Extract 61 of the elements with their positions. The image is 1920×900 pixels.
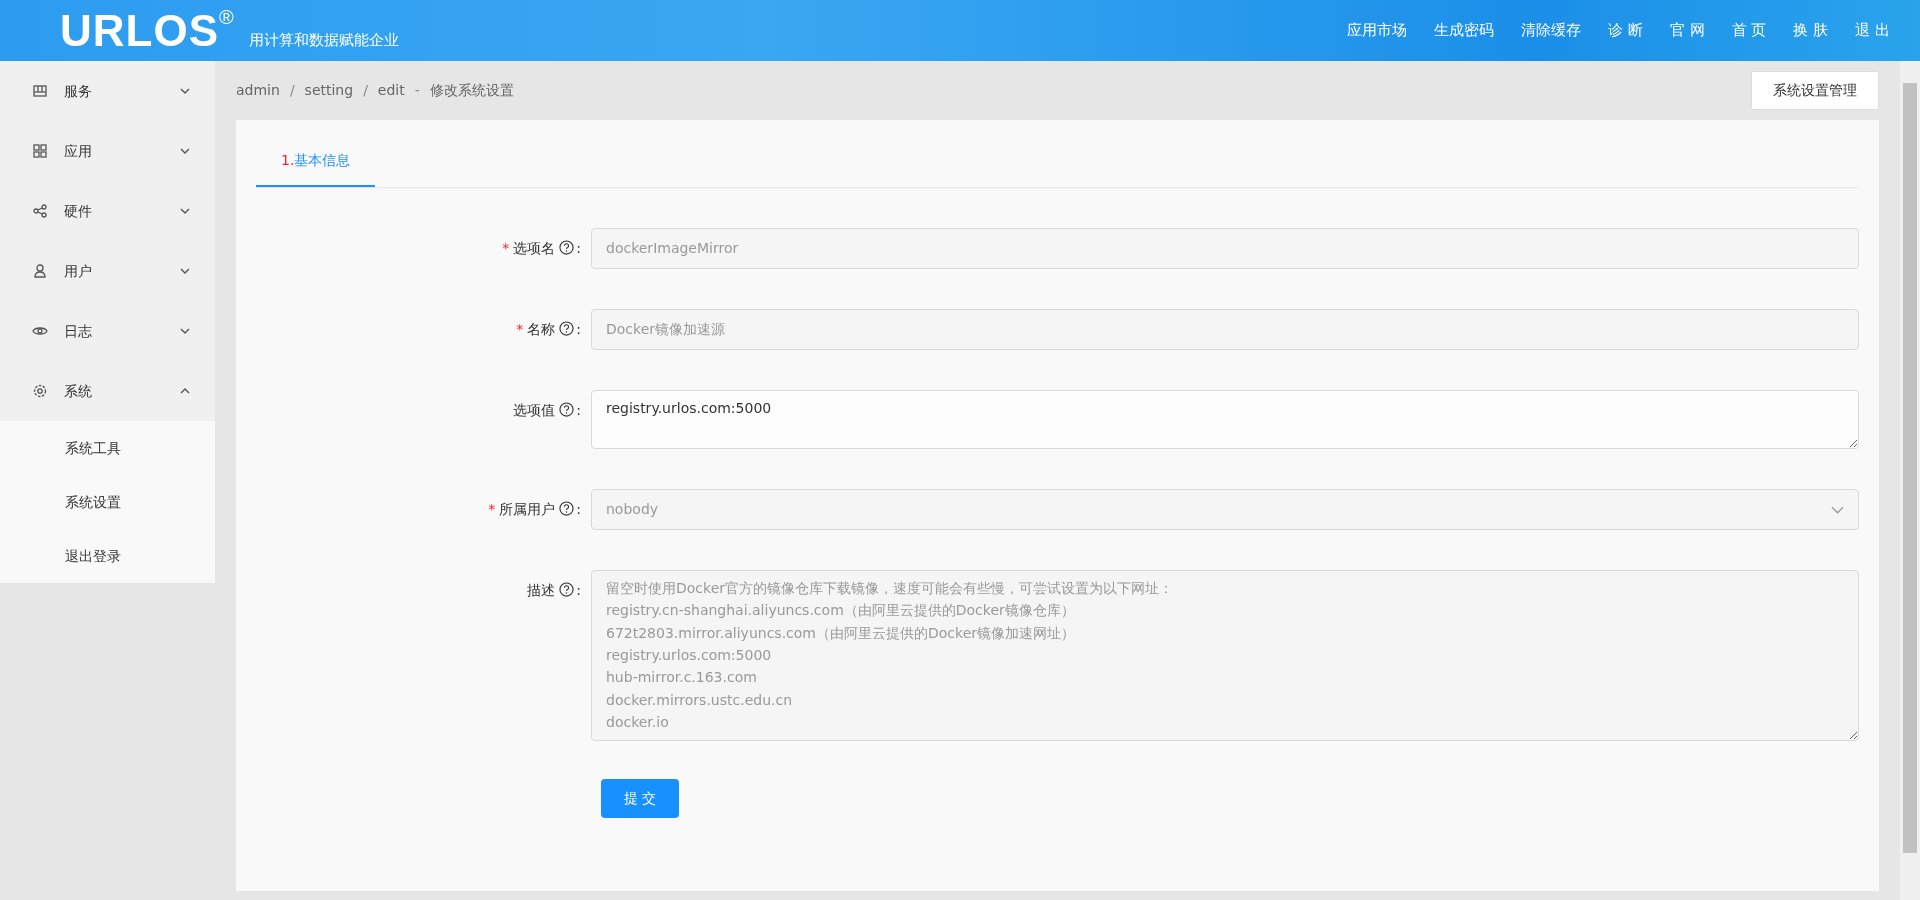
grid-icon [32,143,48,159]
colon: : [576,581,581,598]
sidebar-item[interactable]: 应用 [0,121,215,181]
sidebar-label: 日志 [64,321,93,341]
help-icon[interactable] [559,581,575,597]
colon: : [576,240,581,256]
submenu-item[interactable]: 系统工具 [0,421,215,475]
required-mark: * [516,321,524,337]
required-mark: * [488,500,496,517]
sidebar-item[interactable]: 用户 [0,241,215,301]
sidebar-label: 应用 [64,141,93,161]
gear-icon [32,383,48,399]
sidebar-item[interactable]: 服务 [0,61,215,121]
text-area[interactable]: registry.urlos.com:5000 [591,390,1859,449]
submenu-item[interactable]: 系统设置 [0,475,215,529]
help-icon[interactable] [559,500,575,516]
nav-link[interactable]: 首 页 [1731,19,1767,42]
breadcrumb-link[interactable]: admin [236,80,280,101]
label-text: 名称 [527,321,556,337]
colon: : [576,402,581,418]
layout-icon [32,83,48,99]
submit-button[interactable]: 提 交 [601,778,680,818]
settings-manage-button[interactable]: 系统设置管理 [1751,71,1879,110]
share-icon [32,203,48,219]
label-text: 选项值 [513,402,556,418]
sidebar-label: 系统 [64,381,93,401]
sidebar-item[interactable]: 硬件 [0,181,215,241]
breadcrumb-link[interactable]: edit [377,80,405,101]
colon: : [576,321,581,337]
nav-link[interactable]: 清除缓存 [1521,19,1582,42]
page-title: 修改系统设置 [429,81,514,100]
sidebar-label: 用户 [64,261,93,281]
required-mark: * [502,240,510,256]
logo: URLOS$^{®}$ [60,8,235,53]
nav-link[interactable]: 换 肤 [1793,19,1829,42]
tab[interactable]: 1.基本信息 [256,140,376,187]
scrollbar[interactable] [1900,61,1920,900]
breadcrumb-separator: / [363,81,368,100]
sidebar-label: 服务 [64,81,93,101]
submenu-item[interactable]: 退出登录 [0,529,215,583]
nav-link[interactable]: 诊 断 [1608,19,1643,42]
help-icon[interactable] [559,321,575,336]
sidebar-label: 硬件 [64,201,93,221]
nav-link[interactable]: 退 出 [1855,19,1890,42]
sidebar-item[interactable]: 日志 [0,301,215,361]
help-icon[interactable] [559,240,575,255]
breadcrumb-link[interactable]: setting [304,80,354,101]
breadcrumb-separator: / [289,81,295,100]
label-text: 描述 [527,581,556,598]
scrollbar-thumb[interactable] [1903,83,1917,853]
colon: : [576,500,581,517]
sidebar-item[interactable]: 系统 [0,361,215,421]
label-text: 所属用户 [499,500,556,517]
title-separator: - [414,81,420,100]
tagline: 用计算和数据赋能企业 [248,30,399,52]
label-text: 选项名 [513,240,556,256]
user-icon [32,263,48,279]
nav-link[interactable]: 生成密码 [1434,19,1495,42]
help-icon[interactable] [559,402,575,417]
nav-link[interactable]: 应用市场 [1347,19,1408,42]
nav-link[interactable]: 官 网 [1669,19,1705,42]
